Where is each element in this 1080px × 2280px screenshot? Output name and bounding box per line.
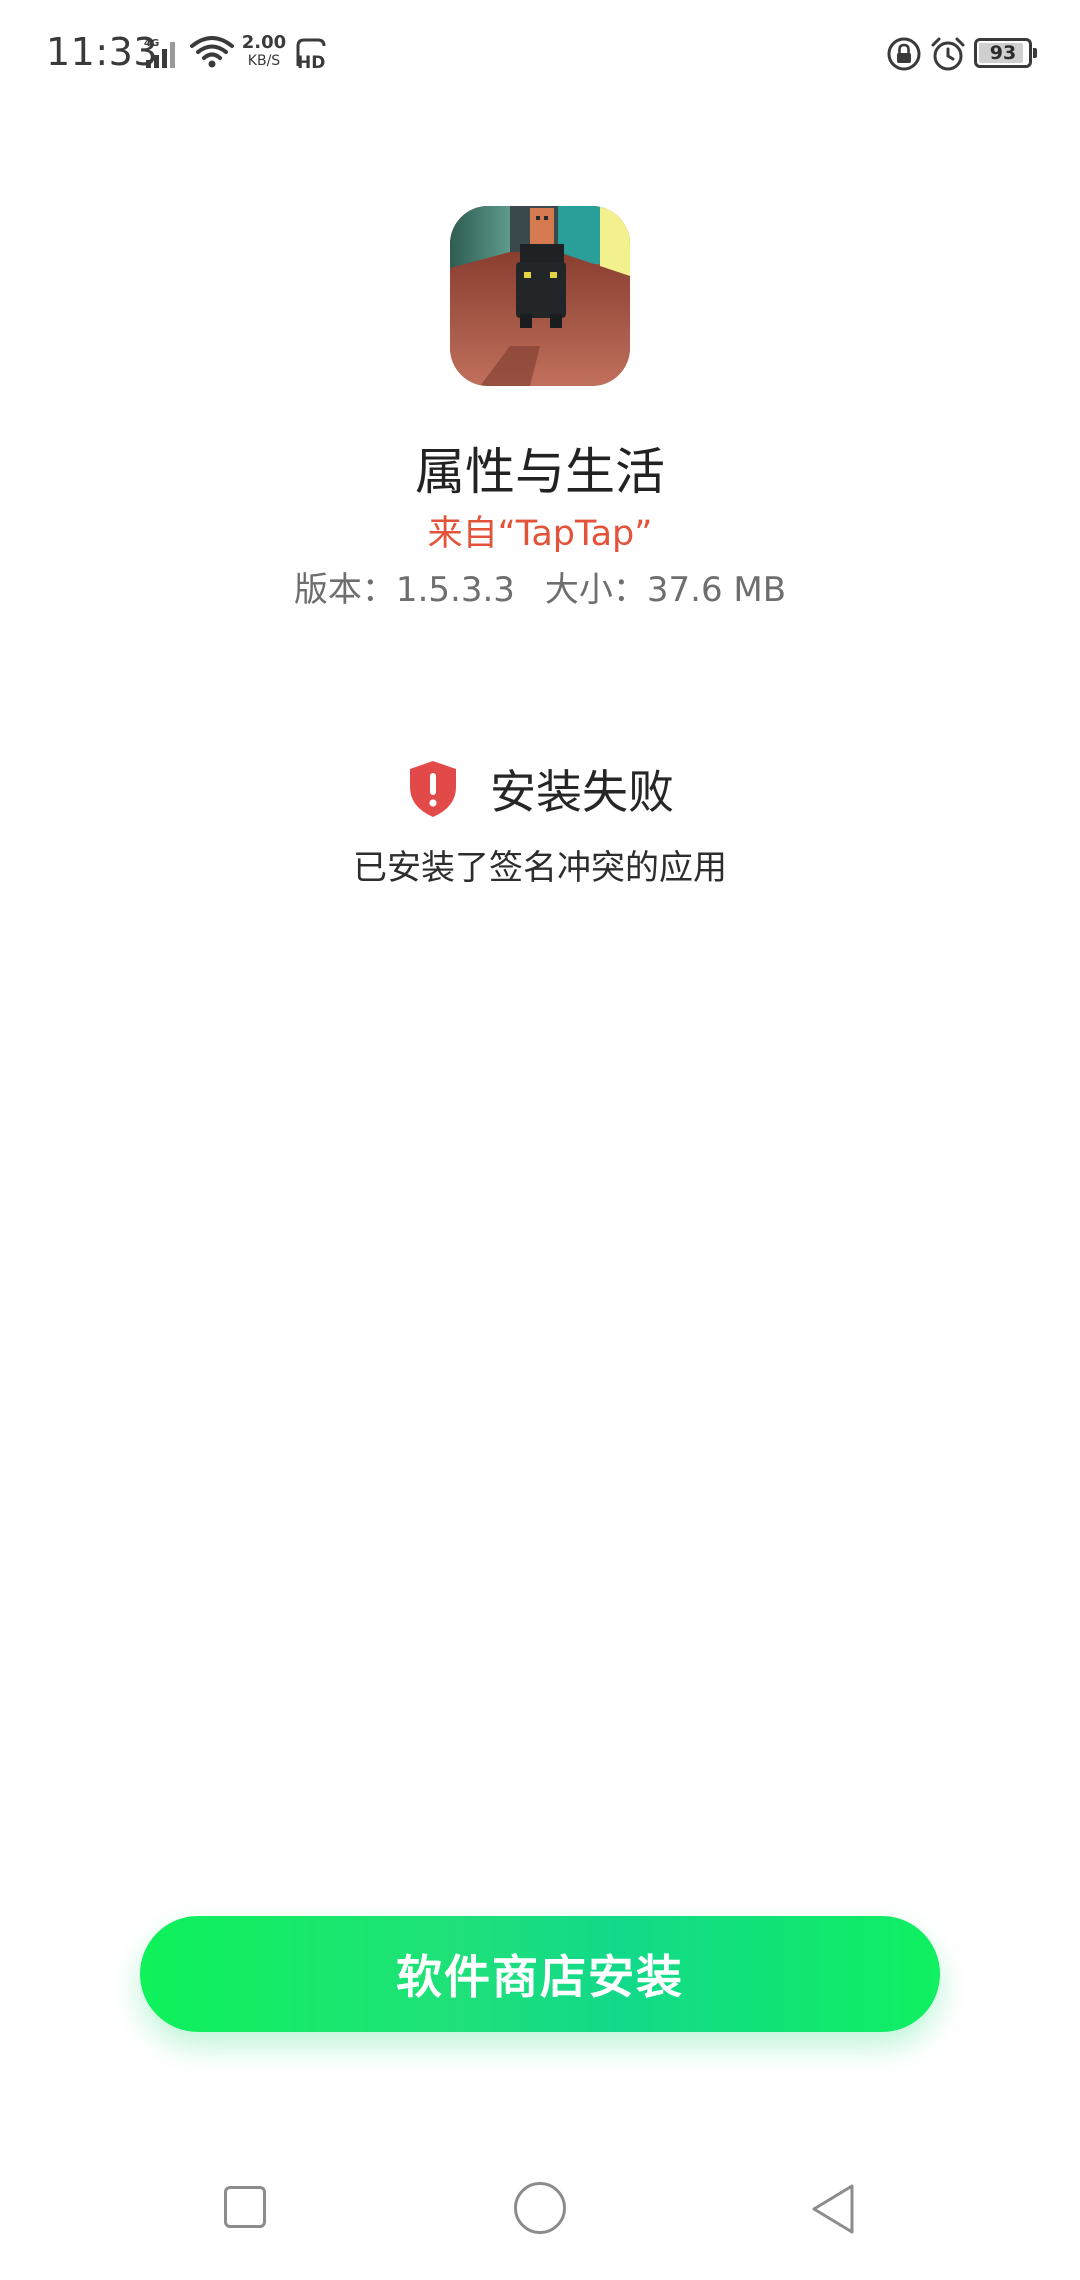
network-type-label: 4G <box>144 38 159 49</box>
result-detail: 已安装了签名冲突的应用 <box>353 848 727 888</box>
recent-apps-icon[interactable] <box>224 2186 266 2228</box>
app-name: 属性与生活 <box>415 443 665 501</box>
home-icon[interactable] <box>514 2182 566 2234</box>
install-result: 安装失败 <box>0 756 1080 822</box>
app-size: 大小：37.6 MB <box>544 570 787 610</box>
app-version: 版本：1.5.3.3 <box>293 570 515 610</box>
battery-level: 93 <box>989 42 1017 64</box>
status-bar: 11:33 4G 2.00 KB/S HD 93 <box>0 0 1080 110</box>
network-speed-unit: KB/S <box>247 53 281 69</box>
app-icon <box>450 206 630 386</box>
app-meta: 版本：1.5.3.3 大小：37.6 MB <box>0 562 1080 611</box>
install-from-store-button[interactable]: 软件商店安装 <box>140 1916 940 2032</box>
network-speed: 2.00 KB/S <box>240 32 288 69</box>
back-icon[interactable] <box>808 2182 858 2236</box>
rotation-lock-icon <box>887 37 921 71</box>
hd-label: HD <box>297 53 325 72</box>
error-shield-icon <box>410 761 456 817</box>
app-source: 来自“TapTap” <box>427 514 653 554</box>
result-title: 安装失败 <box>490 765 674 819</box>
network-speed-value: 2.00 <box>241 32 287 53</box>
hd-icon: HD <box>296 38 326 72</box>
battery-tip <box>1033 48 1037 58</box>
alarm-icon <box>931 37 965 71</box>
game-app-icon <box>450 206 630 386</box>
status-time: 11:33 <box>46 30 159 74</box>
wifi-icon <box>190 36 234 68</box>
signal-icon: 4G <box>144 38 175 68</box>
battery-icon: 93 <box>974 38 1032 68</box>
